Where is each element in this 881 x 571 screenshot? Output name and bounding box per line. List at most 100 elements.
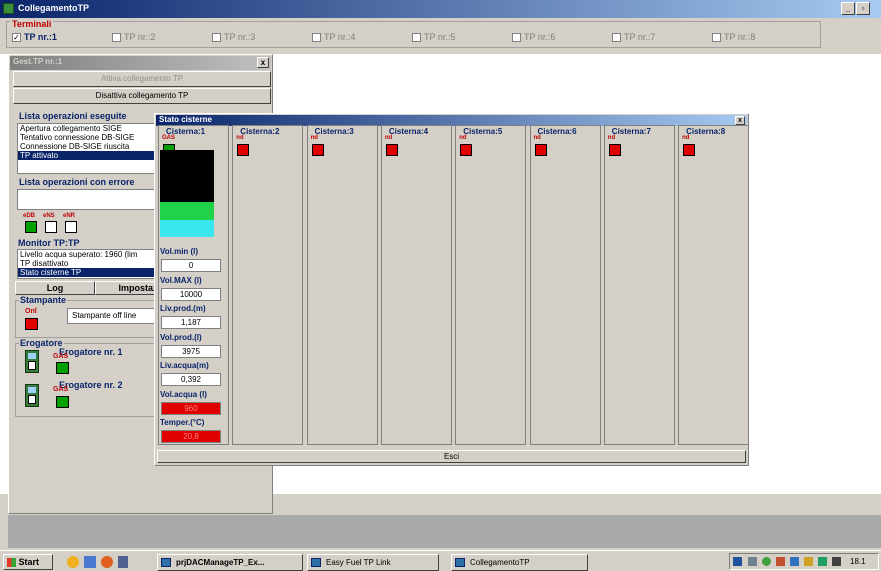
checkbox-icon[interactable] <box>112 33 121 43</box>
quicklaunch-desktop-icon[interactable] <box>84 556 96 568</box>
terminals-title: Terminali <box>10 19 54 29</box>
errors-list[interactable] <box>17 189 157 210</box>
checkbox-icon[interactable] <box>212 33 221 43</box>
tank-1-gauge <box>160 150 214 237</box>
restore-button[interactable]: ▫ <box>856 2 870 15</box>
windows-logo-icon <box>7 558 16 568</box>
terminal-label: TP nr.:8 <box>724 32 756 42</box>
quicklaunch-ie-icon[interactable] <box>67 556 79 568</box>
flag-edb-indicator <box>25 221 37 233</box>
tank-field-value: 0 <box>161 259 221 272</box>
terminal-checkbox-2[interactable]: TP nr.:2 <box>112 32 156 43</box>
terminal-label: TP nr.:6 <box>524 32 556 42</box>
checkbox-icon[interactable]: ✓ <box>12 33 21 43</box>
activate-link-button[interactable]: Attiva collegamento TP <box>13 71 271 87</box>
tank-field-label: Temper.(°C) <box>160 418 205 427</box>
tray-monitor-icon[interactable] <box>790 557 799 566</box>
terminal-checkbox-6[interactable]: TP nr.:6 <box>512 32 556 43</box>
printer-online-indicator <box>25 318 38 330</box>
tank-product-label: nd <box>384 135 393 141</box>
monitor-item[interactable]: Livello acqua superato: 1960 (lim <box>18 250 156 259</box>
gest-title: Gest.TP nr.:1 <box>13 57 63 66</box>
task-label: CollegamentoTP <box>470 558 530 567</box>
tank-status-title: Stato cisterne <box>159 115 212 124</box>
tank-column-2: Cisterna:2 nd <box>232 125 304 445</box>
terminal-checkbox-1[interactable]: ✓ TP nr.:1 <box>12 32 57 43</box>
tray-antivirus-icon[interactable] <box>762 557 771 566</box>
gest-title-bar: Gest.TP nr.:1 x <box>10 56 271 70</box>
terminal-checkbox-3[interactable]: TP nr.:3 <box>212 32 255 43</box>
dispenser-2-icon <box>25 384 39 407</box>
app-icon <box>3 3 14 14</box>
tank-status-indicator <box>385 144 398 156</box>
clock: 18.1 <box>850 557 866 566</box>
checkbox-icon[interactable] <box>312 33 321 43</box>
tank-field-label: Vol.acqua (l) <box>160 389 207 399</box>
checkbox-icon[interactable] <box>512 33 521 43</box>
tank-column-5: Cisterna:5 nd <box>455 125 527 445</box>
terminal-label: TP nr.:5 <box>424 32 456 42</box>
tank-field-label: Vol.min (l) <box>160 247 199 256</box>
tray-bars-icon[interactable] <box>832 557 841 566</box>
gest-close-button[interactable]: x <box>257 57 269 68</box>
terminal-checkbox-5[interactable]: TP nr.:5 <box>412 32 456 43</box>
tank-1-water-level <box>160 220 214 237</box>
monitor-list[interactable]: Livello acqua superato: 1960 (lim TP dis… <box>17 249 157 279</box>
ops-item[interactable]: Connessione DB-SIGE riuscita <box>18 142 156 151</box>
deactivate-link-button[interactable]: Disattiva collegamento TP <box>13 88 271 104</box>
taskbar-task-prjdac[interactable]: prjDACManageTP_Ex... <box>157 554 303 571</box>
tray-network-icon[interactable] <box>733 557 742 566</box>
printer-title: Stampante <box>19 295 68 305</box>
window-title: CollegamentoTP <box>18 3 90 13</box>
tray-chart-icon[interactable] <box>818 557 827 566</box>
start-button[interactable]: Start <box>3 554 53 570</box>
settings-button[interactable]: Impostazi <box>95 281 163 295</box>
dispenser-1-indicator <box>56 362 69 374</box>
tank-label: Cisterna:4 <box>388 127 429 136</box>
tank-status-indicator <box>683 144 696 156</box>
printer-status-field: Stampante off line <box>67 308 159 324</box>
checkbox-icon[interactable] <box>712 33 721 43</box>
tank-column-6: Cisterna:6 nd <box>529 125 601 445</box>
log-button[interactable]: Log <box>15 281 95 295</box>
terminal-checkbox-7[interactable]: TP nr.:7 <box>612 32 656 43</box>
tray-volume-icon[interactable] <box>748 557 757 566</box>
terminal-checkbox-8[interactable]: TP nr.:8 <box>712 32 756 43</box>
exit-button[interactable]: Esci <box>157 450 746 463</box>
terminal-label: TP nr.:2 <box>124 32 156 42</box>
taskbar-task-easyfuel[interactable]: Easy Fuel TP Link <box>307 554 439 571</box>
terminal-checkbox-4[interactable]: TP nr.:4 <box>312 32 355 43</box>
dispenser-2-gas: GAS <box>53 386 69 393</box>
monitor-item[interactable]: TP disattivato <box>18 259 156 268</box>
tank-status-indicator <box>534 144 547 156</box>
tank-1-product-level <box>160 202 214 220</box>
checkbox-icon[interactable] <box>612 33 621 43</box>
tank-status-indicator <box>237 144 250 156</box>
ops-item[interactable]: Tentativo connessione DB-SIGE <box>18 133 156 142</box>
checkbox-icon[interactable] <box>412 33 421 43</box>
tank-column-7: Cisterna:7 nd <box>603 125 675 445</box>
terminal-label: TP nr.:7 <box>624 32 656 42</box>
tank-label: Cisterna:6 <box>537 127 577 136</box>
dispenser-2-indicator <box>56 396 69 408</box>
minimize-button[interactable]: _ <box>841 2 855 15</box>
task-label: prjDACManageTP_Ex... <box>176 558 265 567</box>
taskbar-task-collegamento[interactable]: CollegamentoTP <box>451 554 588 571</box>
tank-status-close-button[interactable]: x <box>735 116 745 125</box>
tank-field-label: Liv.acqua(m) <box>160 361 209 370</box>
tank-column-8: Cisterna:8 nd <box>678 125 750 445</box>
ops-list[interactable]: Apertura collegamento SIGE Tentativo con… <box>17 123 157 174</box>
ops-item-selected[interactable]: TP attivato <box>18 151 156 160</box>
ops-item[interactable]: Apertura collegamento SIGE <box>18 124 156 133</box>
tray-app-icon[interactable] <box>776 557 785 566</box>
taskbar: Start prjDACManageTP_Ex... Easy Fuel TP … <box>0 550 881 571</box>
dispenser-1-gas: GAS <box>53 353 69 360</box>
quicklaunch-browser-icon[interactable] <box>101 556 113 568</box>
monitor-item-selected[interactable]: Stato cisterne TP <box>18 268 156 277</box>
tank-field-label: Vol.prod.(l) <box>160 332 202 342</box>
flag-ens-indicator <box>45 221 57 233</box>
tank-product-label: nd <box>607 135 616 141</box>
quicklaunch-media-icon[interactable] <box>118 556 128 568</box>
tank-label: Cisterna:2 <box>240 127 280 136</box>
tray-shield-icon[interactable] <box>804 557 813 566</box>
